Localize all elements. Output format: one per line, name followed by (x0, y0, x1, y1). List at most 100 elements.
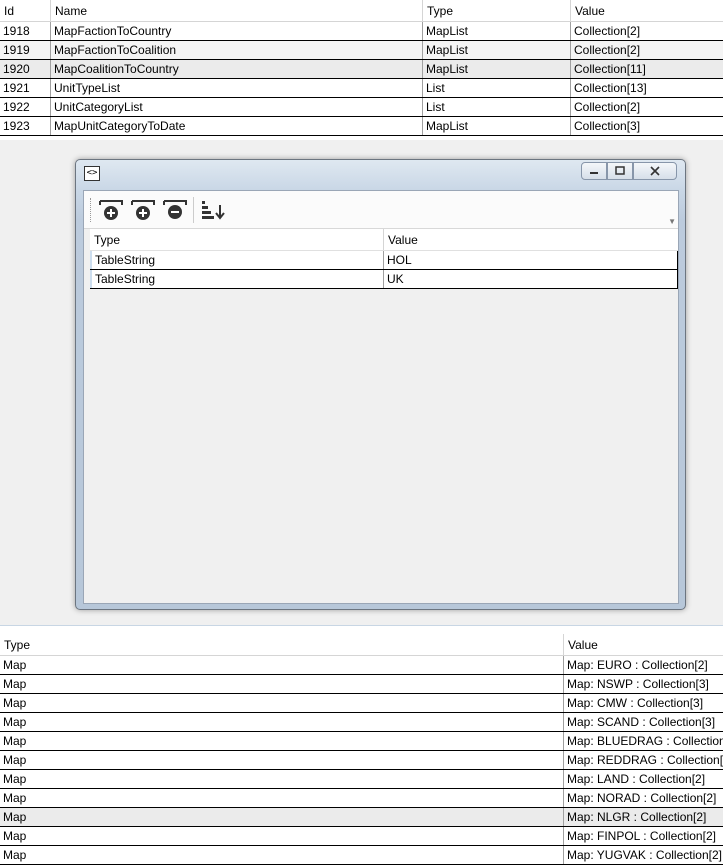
cell-value[interactable]: Map: NORAD : Collection[2] (564, 789, 723, 807)
table-row[interactable]: Map Map: NLGR : Collection[2] (0, 808, 723, 827)
window-client-area: ▼ Type Value TableString HOL TableString… (83, 190, 679, 604)
cell-value[interactable]: Collection[3] (571, 117, 723, 135)
maximize-button[interactable] (607, 162, 633, 180)
cell-type: TableString (90, 251, 384, 269)
toolbar-grip[interactable] (90, 197, 93, 222)
column-header-value[interactable]: Value (564, 634, 723, 655)
top-data-grid[interactable]: Id Name Type Value 1918 MapFactionToCoun… (0, 0, 723, 140)
table-row[interactable]: TableString UK (90, 270, 678, 289)
cell-type: TableString (90, 270, 384, 288)
cell-value[interactable]: Map: EURO : Collection[2] (564, 656, 723, 674)
cell-value[interactable]: Collection[2] (571, 41, 723, 59)
cell-name: MapFactionToCoalition (51, 41, 423, 59)
toolbar-overflow-icon[interactable]: ▼ (668, 217, 676, 226)
collection-editor-window[interactable]: <> ▼ Type Value TableString HOL TableStr… (75, 159, 686, 610)
cell-value[interactable]: Map: YUGVAK : Collection[2] (564, 846, 723, 864)
toolbar: ▼ (84, 191, 678, 229)
cell-value[interactable]: Map: CMW : Collection[3] (564, 694, 723, 712)
cell-value[interactable]: Map: BLUEDRAG : Collection[2] (564, 732, 723, 750)
table-row[interactable]: Map Map: REDDRAG : Collection[2] (0, 751, 723, 770)
table-row[interactable]: 1919 MapFactionToCoalition MapList Colle… (0, 41, 723, 60)
collection-data-grid[interactable]: Type Value TableString HOL TableString U… (90, 229, 678, 289)
cell-value[interactable]: Collection[2] (571, 98, 723, 116)
cell-value[interactable]: HOL (384, 251, 678, 269)
cell-id: 1921 (0, 79, 51, 97)
top-grid-header: Id Name Type Value (0, 0, 723, 22)
column-header-value[interactable]: Value (571, 0, 723, 21)
minimize-icon (590, 172, 598, 174)
toolbar-separator (193, 196, 194, 223)
window-titlebar[interactable]: <> (76, 160, 685, 188)
cell-type: Map (0, 751, 564, 769)
table-row[interactable]: Map Map: LAND : Collection[2] (0, 770, 723, 789)
cell-value[interactable]: UK (384, 270, 678, 288)
table-row[interactable]: Map Map: FINPOL : Collection[2] (0, 827, 723, 846)
cell-type: MapList (423, 60, 571, 78)
cell-type: Map (0, 770, 564, 788)
cell-value[interactable]: Map: LAND : Collection[2] (564, 770, 723, 788)
table-row[interactable]: Map Map: CMW : Collection[3] (0, 694, 723, 713)
inner-grid-header: Type Value (90, 229, 678, 251)
table-row[interactable]: Map Map: BLUEDRAG : Collection[2] (0, 732, 723, 751)
add-first-icon (99, 199, 123, 220)
column-header-type[interactable]: Type (90, 229, 384, 250)
add-item-button[interactable] (129, 196, 157, 224)
table-row[interactable]: 1921 UnitTypeList List Collection[13] (0, 79, 723, 98)
add-icon (131, 199, 155, 220)
bottom-data-grid[interactable]: Type Value Map Map: EURO : Collection[2]… (0, 625, 723, 865)
cell-type: MapList (423, 117, 571, 135)
app-icon: <> (84, 166, 100, 181)
table-row[interactable]: Map Map: SCAND : Collection[3] (0, 713, 723, 732)
column-header-value[interactable]: Value (384, 229, 678, 250)
cell-name: UnitTypeList (51, 79, 423, 97)
sort-icon (202, 200, 225, 220)
cell-type: Map (0, 808, 564, 826)
table-row[interactable]: 1920 MapCoalitionToCountry MapList Colle… (0, 60, 723, 79)
cell-type: Map (0, 732, 564, 750)
cell-value[interactable]: Map: NSWP : Collection[3] (564, 675, 723, 693)
table-row[interactable]: Map Map: YUGVAK : Collection[2] (0, 846, 723, 865)
table-row[interactable]: 1923 MapUnitCategoryToDate MapList Colle… (0, 117, 723, 136)
cell-id: 1920 (0, 60, 51, 78)
cell-value[interactable]: Collection[11] (571, 60, 723, 78)
cell-value[interactable]: Map: REDDRAG : Collection[2] (564, 751, 723, 769)
cell-type: Map (0, 694, 564, 712)
table-row[interactable]: 1922 UnitCategoryList List Collection[2] (0, 98, 723, 117)
cell-id: 1922 (0, 98, 51, 116)
cell-type: Map (0, 789, 564, 807)
cell-type: Map (0, 675, 564, 693)
column-header-type[interactable]: Type (423, 0, 571, 21)
table-row[interactable]: Map Map: EURO : Collection[2] (0, 656, 723, 675)
cell-value[interactable]: Map: FINPOL : Collection[2] (564, 827, 723, 845)
column-header-name[interactable]: Name (51, 0, 423, 21)
column-header-id[interactable]: Id (0, 0, 51, 21)
cell-type: Map (0, 713, 564, 731)
cell-type: List (423, 98, 571, 116)
table-row[interactable]: 1918 MapFactionToCountry MapList Collect… (0, 22, 723, 41)
remove-item-button[interactable] (161, 196, 189, 224)
cell-value[interactable]: Map: SCAND : Collection[3] (564, 713, 723, 731)
table-row[interactable]: TableString HOL (90, 251, 678, 270)
cell-id: 1918 (0, 22, 51, 40)
add-first-item-button[interactable] (97, 196, 125, 224)
cell-name: UnitCategoryList (51, 98, 423, 116)
table-row[interactable]: Map Map: NORAD : Collection[2] (0, 789, 723, 808)
cell-value[interactable]: Collection[13] (571, 79, 723, 97)
cell-id: 1919 (0, 41, 51, 59)
minimize-button[interactable] (581, 162, 607, 180)
close-button[interactable] (633, 162, 677, 180)
bottom-grid-header: Type Value (0, 634, 723, 656)
remove-icon (163, 199, 187, 219)
cell-name: MapCoalitionToCountry (51, 60, 423, 78)
close-icon (650, 166, 660, 176)
cell-name: MapUnitCategoryToDate (51, 117, 423, 135)
sort-button[interactable] (198, 196, 226, 224)
column-header-type[interactable]: Type (0, 634, 564, 655)
cell-type: List (423, 79, 571, 97)
table-row[interactable]: Map Map: NSWP : Collection[3] (0, 675, 723, 694)
cell-value[interactable]: Collection[2] (571, 22, 723, 40)
cell-type: MapList (423, 22, 571, 40)
cell-value[interactable]: Map: NLGR : Collection[2] (564, 808, 723, 826)
cell-type: Map (0, 846, 564, 864)
cell-type: Map (0, 656, 564, 674)
